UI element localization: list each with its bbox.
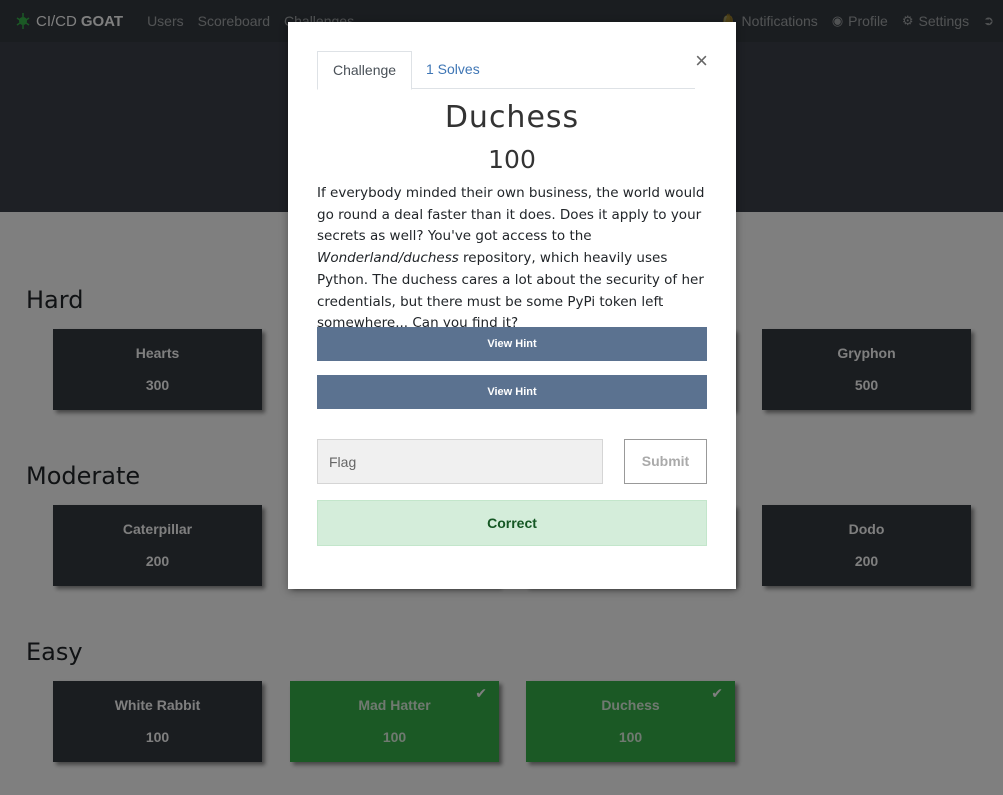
description-repo: Wonderland/duchess (317, 250, 459, 267)
modal-tabs: Challenge 1 Solves (317, 51, 695, 90)
result-notification: Correct (317, 500, 707, 546)
close-icon[interactable]: × (695, 48, 708, 74)
challenge-modal: Challenge 1 Solves × Duchess 100 If ever… (288, 22, 736, 589)
submit-button[interactable]: Submit (624, 439, 707, 484)
tab-challenge[interactable]: Challenge (317, 51, 413, 90)
flag-input[interactable] (317, 439, 603, 484)
challenge-title: Duchess (444, 100, 580, 135)
tab-solves[interactable]: 1 Solves (411, 51, 495, 88)
challenge-value: 100 (488, 145, 536, 174)
view-hint-button[interactable]: View Hint (317, 327, 707, 361)
challenge-description: If everybody minded their own business, … (317, 183, 709, 335)
view-hint-button[interactable]: View Hint (317, 375, 707, 409)
description-text: If everybody minded their own business, … (317, 185, 705, 245)
